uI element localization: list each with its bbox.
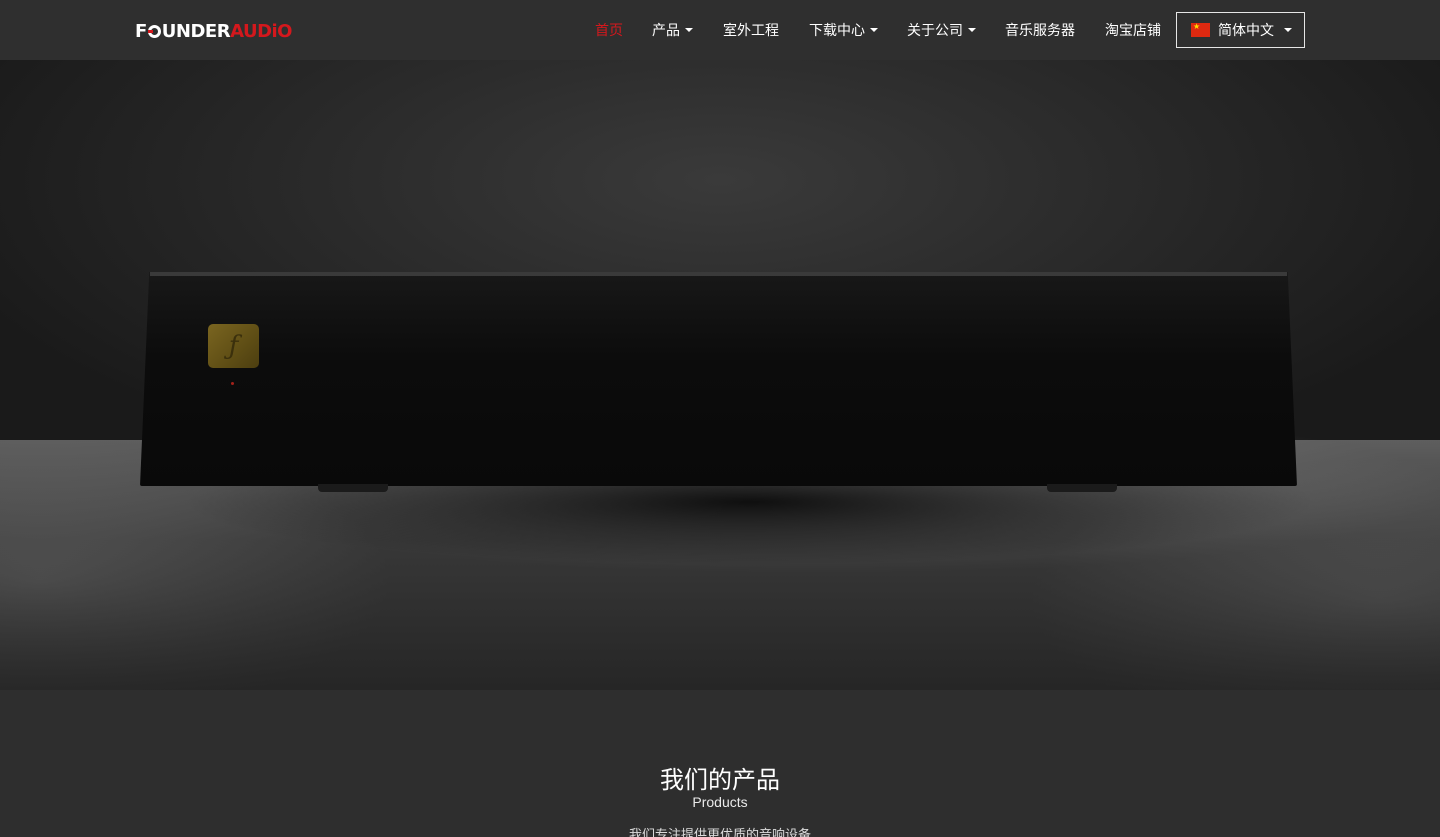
gold-logo-badge-icon: ƒ <box>208 324 259 368</box>
nav-label: 关于公司 <box>907 22 963 38</box>
caret-down-icon <box>968 28 976 32</box>
hero-banner: ƒ <box>0 60 1440 690</box>
nav-item-about[interactable]: 关于公司 <box>907 20 976 40</box>
nav-label: 室外工程 <box>723 22 779 38</box>
device-top-edge <box>150 272 1287 276</box>
nav-item-taobao-store[interactable]: 淘宝店铺 <box>1105 20 1161 40</box>
nav-label: 淘宝店铺 <box>1105 22 1161 38</box>
logo-text-audio: AUDiO <box>230 20 292 42</box>
top-navbar: F UNDER AUDiO 首页 产品 室外工程 下载中心 关于公司 音乐服务器… <box>0 0 1440 60</box>
nav-item-products[interactable]: 产品 <box>652 20 693 40</box>
logo-text-under: UNDER <box>161 20 231 42</box>
nav-label: 首页 <box>595 22 623 38</box>
founder-audio-logo[interactable]: F UNDER AUDiO <box>135 20 292 42</box>
power-led-icon <box>231 382 234 385</box>
nav-label: 产品 <box>652 22 680 38</box>
device-foot <box>1047 484 1117 492</box>
language-selector[interactable]: 简体中文 <box>1176 12 1305 48</box>
nav-item-music-server[interactable]: 音乐服务器 <box>1005 20 1075 40</box>
nav-label: 下载中心 <box>809 22 865 38</box>
china-flag-icon <box>1191 22 1210 37</box>
caret-down-icon <box>870 28 878 32</box>
nav-item-home[interactable]: 首页 <box>595 20 623 40</box>
caret-down-icon <box>685 28 693 32</box>
nav-item-downloads[interactable]: 下载中心 <box>809 20 878 40</box>
section-subtitle: Products <box>692 794 748 810</box>
section-title: 我们的产品 <box>660 767 780 794</box>
logo-o-icon <box>147 24 161 38</box>
device-foot <box>318 484 388 492</box>
logo-letter-f: F <box>135 20 147 42</box>
amplifier-product-image <box>140 272 1297 486</box>
caret-down-icon <box>1284 28 1292 32</box>
nav-label: 音乐服务器 <box>1005 22 1075 38</box>
section-description: 我们专注提供更优质的音响设备 <box>628 827 811 837</box>
language-label: 简体中文 <box>1218 22 1274 38</box>
products-section: 我们的产品 Products 我们专注提供更优质的音响设备 <box>0 690 1440 837</box>
nav-item-outdoor-projects[interactable]: 室外工程 <box>723 20 779 40</box>
